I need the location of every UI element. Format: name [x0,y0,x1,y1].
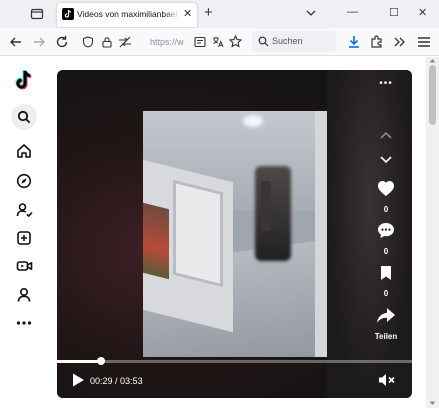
video-frame[interactable] [143,111,327,357]
page-scrollbar[interactable] [426,57,439,408]
url-text: https://w [150,37,184,47]
scroll-up-arrow-icon[interactable] [429,58,436,63]
save-count: 0 [383,289,389,298]
search-icon [258,36,269,47]
explore-compass-icon[interactable] [11,168,37,194]
video-blurred-background-right [327,70,412,398]
tiktok-favicon-icon [62,8,74,20]
total-time: 03:53 [120,376,143,386]
previous-video-chevron-up-icon[interactable] [379,130,393,140]
tracking-shield-icon[interactable] [82,36,94,48]
permissions-icon[interactable] [118,36,132,48]
upload-icon[interactable] [11,225,37,251]
current-time: 00:29 [90,376,113,386]
video-more-options-button[interactable]: ••• [375,78,397,89]
bookmark-star-icon[interactable] [229,35,242,48]
tab-close-button[interactable]: ✕ [183,7,192,20]
like-heart-icon[interactable] [377,180,395,197]
comment-count: 0 [383,247,389,256]
url-bar[interactable]: https://w [76,31,246,53]
extensions-icon[interactable] [369,34,385,50]
video-time: 00:29 / 03:53 [90,376,143,386]
video-progress-fill [57,360,102,363]
tab-list-icon[interactable] [30,7,44,21]
overflow-chevrons-icon[interactable] [392,34,408,50]
tab-overflow-chevron-icon[interactable] [306,9,316,17]
translate-icon[interactable] [212,36,224,48]
downloads-icon[interactable] [346,34,362,50]
time-separator: / [112,376,121,386]
profile-icon[interactable] [11,282,37,308]
video-player[interactable]: ••• 0 0 0 Teilen 00:29 / 03:53 [57,70,412,398]
lock-icon[interactable] [101,36,113,48]
reload-icon[interactable] [54,34,70,50]
scroll-down-arrow-icon[interactable] [429,401,436,406]
more-icon[interactable] [11,310,37,336]
video-progress-bar[interactable] [57,357,412,365]
tiktok-logo-icon[interactable] [11,67,37,93]
back-arrow-icon[interactable] [8,34,24,50]
new-tab-button[interactable]: + [204,4,213,21]
maximize-button[interactable]: ☐ [389,6,399,19]
following-icon[interactable] [11,197,37,223]
scrollbar-thumb[interactable] [429,65,436,125]
save-bookmark-icon[interactable] [379,265,393,281]
search-box[interactable]: Suchen [252,31,336,52]
tab-active[interactable]: Videos von maximilianbaehring ✕ [57,3,197,27]
share-arrow-icon[interactable] [376,307,396,324]
search-icon[interactable] [11,104,37,130]
muted-speaker-icon[interactable] [378,373,396,387]
close-window-button[interactable]: ✕ [418,6,427,19]
like-count: 0 [383,205,389,214]
play-icon[interactable] [71,372,85,388]
comment-bubble-icon[interactable] [377,222,395,239]
home-icon[interactable] [11,138,37,164]
hamburger-menu-icon[interactable] [416,34,432,50]
minimize-button[interactable]: — [347,6,358,18]
tab-strip: Videos von maximilianbaehring ✕ + — ☐ ✕ [0,0,439,28]
tab-title: Videos von maximilianbaehring [77,9,179,19]
forward-arrow-icon[interactable] [31,34,47,50]
navigation-bar: https://w Suchen [0,28,439,56]
next-video-chevron-down-icon[interactable] [379,155,393,165]
reader-view-icon[interactable] [194,36,206,48]
live-icon[interactable] [11,253,37,279]
search-placeholder: Suchen [272,36,303,46]
share-label: Teilen [374,332,398,341]
